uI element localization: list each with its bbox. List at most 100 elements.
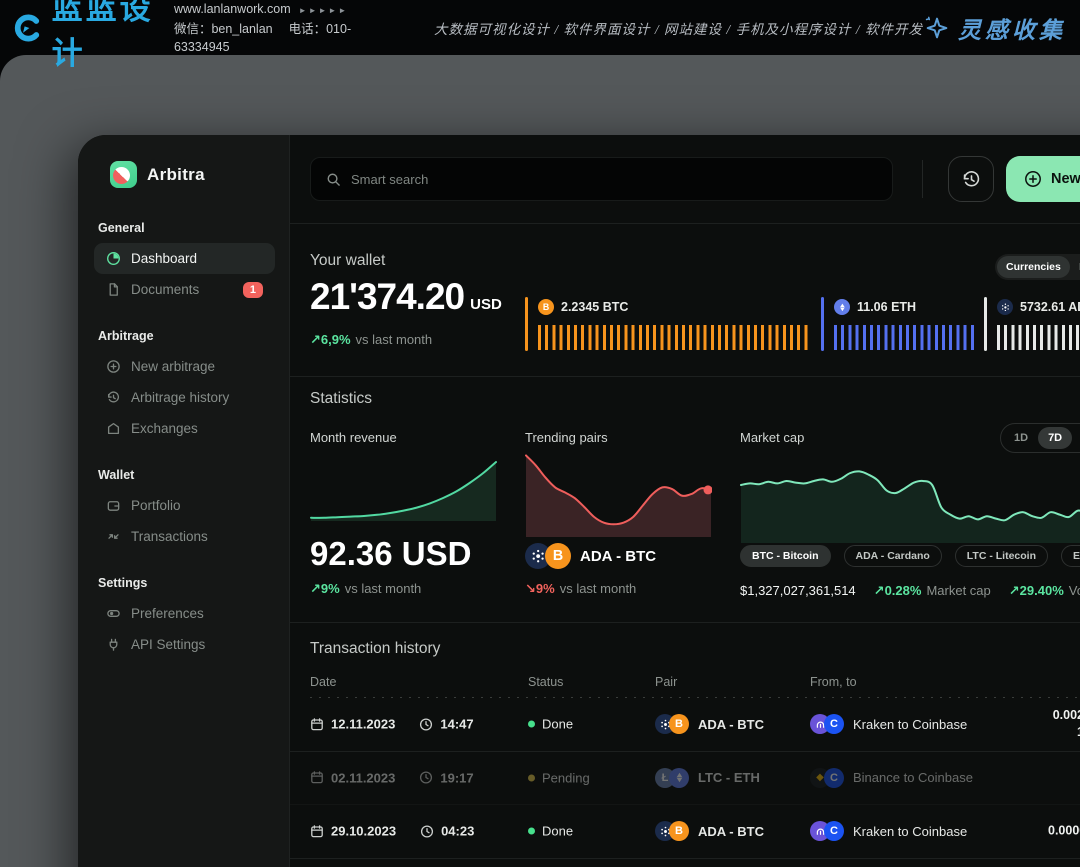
- dashboard-icon: [106, 251, 121, 266]
- transaction-row[interactable]: 12.11.202314:47 Done BADA - BTC CKraken to …: [290, 698, 1080, 752]
- sidebar-item-preferences[interactable]: Preferences: [94, 598, 275, 629]
- transaction-date: 29.10.202304:23: [310, 824, 474, 839]
- sidebar-item-api-settings[interactable]: API Settings: [94, 629, 275, 660]
- range-button-7d[interactable]: 7D: [1038, 427, 1072, 449]
- nav-section-label: Settings: [98, 576, 275, 590]
- ada-icon: [997, 299, 1013, 315]
- wallet-allocation-bars: B2.2345 BTC11.06 ETH5732.61 ADA: [525, 297, 1080, 351]
- transaction-row[interactable]: 02.11.202319:17 Pending ŁLTC - ETH ◆CBinanc…: [290, 752, 1080, 806]
- nav-section-label: Wallet: [98, 468, 275, 482]
- segment-marker: [984, 297, 987, 351]
- wallet-tab-currencies[interactable]: Currencies: [997, 256, 1070, 278]
- range-button-1m[interactable]: 1M: [1072, 427, 1080, 449]
- market-cap-stats: $1,327,027,361,514 ↗0.28%Market cap ↗29.…: [740, 583, 1080, 599]
- nav-section: Wallet Portfolio Transactions: [94, 468, 275, 552]
- trending-pair: B ADA - BTC: [525, 543, 656, 569]
- banner-services-text: 大数据可视化设计 / 软件界面设计 / 网站建设 / 手机及小程序设计 / 软件…: [434, 18, 923, 38]
- trending-pairs-chart: [525, 449, 712, 537]
- plus-circle-icon: [106, 359, 121, 374]
- wallet-section: Your wallet 21'374.20USD ↗6,9%vs last mo…: [290, 240, 1080, 376]
- sparkle-star-icon: [923, 14, 950, 41]
- btc-icon: B: [669, 821, 689, 841]
- transaction-date: 12.11.202314:47: [310, 717, 474, 732]
- market-cap-label: Market cap: [740, 430, 804, 445]
- sidebar-item-label: Transactions: [131, 529, 208, 544]
- statistics-section: Statistics Month revenue Trending pairs …: [290, 385, 1080, 622]
- new-arbitrage-button[interactable]: New arbitrage: [1006, 156, 1080, 202]
- sidebar-item-documents[interactable]: Documents1: [94, 274, 275, 305]
- sidebar-item-transactions[interactable]: Transactions: [94, 521, 275, 552]
- topbar-divider: [922, 160, 923, 198]
- segment-marker: [821, 297, 824, 351]
- coin-pill-ltc[interactable]: LTC - Litecoin: [955, 545, 1048, 567]
- btc-icon: B: [538, 299, 554, 315]
- calendar-icon: [310, 717, 324, 731]
- sidebar-item-portfolio[interactable]: Portfolio: [94, 490, 275, 521]
- pair-icons: Ł: [655, 768, 689, 788]
- section-divider: [290, 622, 1080, 623]
- search-input[interactable]: [351, 172, 877, 187]
- coinbase-icon: C: [824, 821, 844, 841]
- transaction-pair: ŁLTC - ETH: [655, 768, 760, 788]
- sidebar-item-label: New arbitrage: [131, 359, 215, 374]
- transactions-icon: [106, 529, 121, 544]
- nav-section: ArbitrageNew arbitrageArbitrage historyE…: [94, 329, 275, 444]
- column-header-status: Status: [528, 675, 563, 689]
- coin-pill-btc[interactable]: BTC - Bitcoin: [740, 545, 831, 567]
- segment-ticks: [834, 325, 974, 350]
- coin-pill-ada[interactable]: ADA - Cardano: [844, 545, 942, 567]
- sidebar-item-label: Dashboard: [131, 251, 197, 266]
- banner-contact-info: www.lanlanwork.com►►►►► 微信：ben_lanlan电话：…: [174, 0, 368, 56]
- segment-ticks: [538, 325, 811, 350]
- month-revenue-change: ↗9%vs last month: [310, 581, 421, 597]
- wallet-currency: USD: [470, 296, 502, 313]
- clock-icon: [419, 717, 433, 731]
- wallet-segment-eth: 11.06 ETH: [821, 297, 984, 351]
- transaction-route: CKraken to Coinbase: [810, 821, 967, 841]
- history-button[interactable]: [948, 156, 994, 202]
- eth-icon: [834, 299, 850, 315]
- coin-pill-eth[interactable]: ETH - Ethereum: [1061, 545, 1080, 567]
- route-icons: ◆C: [810, 768, 844, 788]
- column-header-date: Date: [310, 675, 336, 689]
- wallet-tab-exchanges[interactable]: Exchanges: [1070, 256, 1080, 278]
- month-revenue-chart: [310, 455, 497, 521]
- calendar-icon: [310, 771, 324, 785]
- sidebar-item-dashboard[interactable]: Dashboard: [94, 243, 275, 274]
- month-revenue-label: Month revenue: [310, 430, 397, 445]
- sidebar-item-label: Preferences: [131, 606, 204, 621]
- statistics-title: Statistics: [310, 390, 372, 408]
- nav-section-label: General: [98, 221, 275, 235]
- inspiration-collect-link[interactable]: 灵感收集: [923, 11, 1066, 45]
- transaction-pair: BADA - BTC: [655, 714, 764, 734]
- transaction-amount: 0.0000: [1048, 823, 1080, 840]
- sidebar-item-arbitrage-history[interactable]: Arbitrage history: [94, 382, 275, 413]
- wallet-icon: [106, 498, 121, 513]
- plus-circle-icon: [1024, 170, 1042, 188]
- market-cap-coin-pills: BTC - Bitcoin ADA - Cardano LTC - Litecoin…: [740, 545, 1080, 567]
- sidebar: Arbitra GeneralDashboardDocuments1Arbitr…: [78, 135, 290, 867]
- transaction-row[interactable]: 29.10.202304:23DoneBADA - BTCCKraken to …: [290, 805, 1080, 859]
- coinbase-icon: C: [824, 768, 844, 788]
- sidebar-item-exchanges[interactable]: Exchanges: [94, 413, 275, 444]
- range-button-1d[interactable]: 1D: [1004, 427, 1038, 449]
- transaction-route: CKraken to Coinbase: [810, 714, 967, 734]
- bank-icon: [106, 421, 121, 436]
- market-cap-range-toggle: 1D7D1M: [1000, 423, 1080, 453]
- btc-icon: B: [545, 543, 571, 569]
- wallet-view-toggle: CurrenciesExchanges: [995, 254, 1080, 280]
- transaction-route: ◆CBinance to Coinbase: [810, 768, 973, 788]
- section-divider: [290, 376, 1080, 377]
- sidebar-item-label: Arbitrage history: [131, 390, 229, 405]
- btc-icon: B: [669, 714, 689, 734]
- lanlan-logo-icon: [14, 10, 42, 46]
- lanlan-logo-text: 蓝蓝设计: [52, 0, 156, 73]
- history-restore-icon: [961, 169, 982, 190]
- transaction-status: Pending: [528, 770, 590, 785]
- transaction-status: Done: [528, 717, 573, 732]
- history-icon: [106, 390, 121, 405]
- sidebar-item-new-arbitrage[interactable]: New arbitrage: [94, 351, 275, 382]
- banner-wechat: 微信：ben_lanlan: [174, 22, 273, 36]
- banner-website-link[interactable]: www.lanlanwork.com: [174, 2, 291, 16]
- transaction-date: 02.11.202319:17: [310, 770, 474, 785]
